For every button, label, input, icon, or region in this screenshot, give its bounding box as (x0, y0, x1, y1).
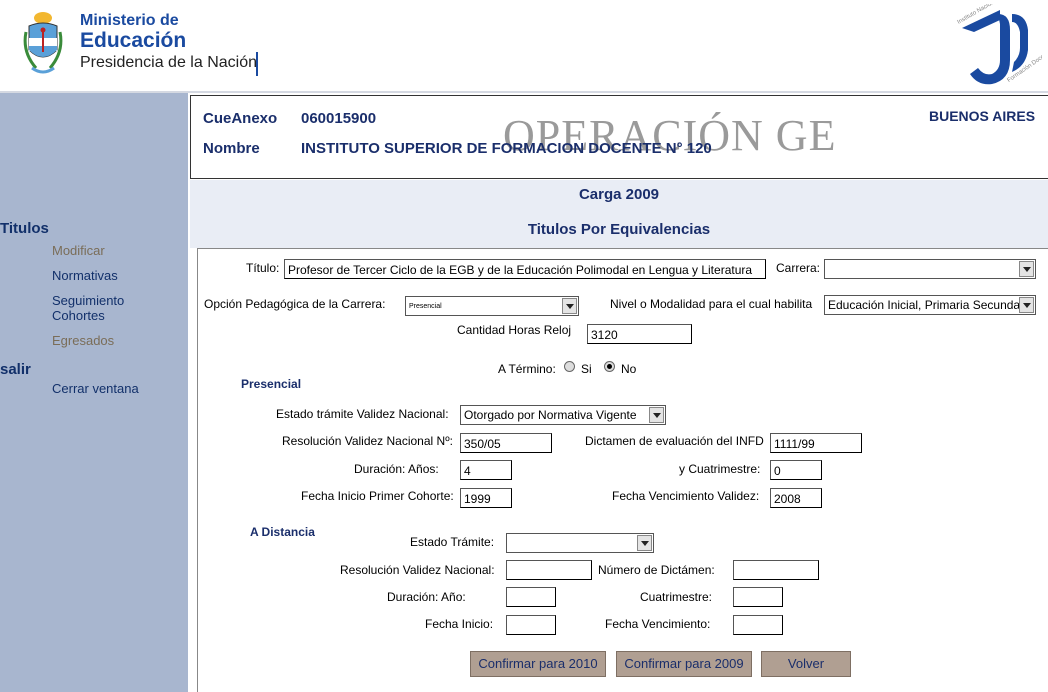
sidebar-item-egresados: Egresados (52, 333, 115, 348)
nombre-value: INSTITUTO SUPERIOR DE FORMACION DOCENTE … (301, 140, 712, 157)
titulo-input[interactable]: Profesor de Tercer Ciclo de la EGB y de … (284, 259, 766, 279)
sidebar-item-modificar: Modificar (52, 243, 105, 258)
institution-info-box: OPERACIÓN GE CueAnexo 060015900 Nombre I… (190, 95, 1048, 179)
a-termino-si-label: Si (581, 362, 592, 376)
header-educacion: Educación (80, 29, 187, 52)
chevron-down-icon (1019, 297, 1034, 313)
distancia-dictamen-label: Número de Dictámen: (598, 563, 715, 577)
distancia-fecha-inicio-label: Fecha Inicio: (425, 617, 494, 631)
sidebar-item-normativas[interactable]: Normativas (52, 268, 118, 283)
sidebar-section-salir: salir (0, 361, 31, 378)
confirmar-2009-button[interactable]: Confirmar para 2009 (616, 651, 752, 677)
chevron-down-icon (637, 535, 652, 551)
distancia-resolucion-input[interactable] (506, 560, 592, 580)
carrera-label: Carrera: (776, 261, 821, 275)
a-termino-si-radio[interactable] (564, 361, 575, 372)
nivel-modalidad-value: Educación Inicial, Primaria Secundaria (828, 298, 1034, 312)
distancia-cuatrimestre-input[interactable] (733, 587, 783, 607)
distancia-fecha-vencimiento-label: Fecha Vencimiento: (605, 617, 711, 631)
presencial-fecha-vencimiento-input[interactable]: 2008 (770, 488, 822, 508)
presencial-cuatrimestre-input[interactable]: 0 (770, 460, 822, 480)
sidebar-item-cerrar-ventana[interactable]: Cerrar ventana (52, 381, 139, 396)
distancia-section-title: A Distancia (250, 525, 315, 539)
header: Ministerio de Educación Presidencia de l… (0, 0, 1048, 93)
distancia-resolucion-label: Resolución Validez Nacional: (340, 563, 495, 577)
a-termino-no-label: No (621, 362, 637, 376)
chevron-down-icon (1019, 261, 1034, 277)
presencial-fecha-vencimiento-label: Fecha Vencimiento Validez: (612, 489, 760, 503)
titulo-label: Título: (246, 261, 280, 275)
a-termino-label: A Término: (498, 362, 556, 376)
cueanexo-label: CueAnexo (203, 110, 278, 127)
escudo-nacional-icon (23, 12, 63, 74)
horas-reloj-input[interactable]: 3120 (587, 324, 692, 344)
presencial-cuatrimestre-label: y Cuatrimestre: (679, 462, 761, 476)
provincia-value: BUENOS AIRES (929, 108, 1036, 124)
nivel-modalidad-label: Nivel o Modalidad para el cual habilita (610, 297, 813, 311)
nombre-label: Nombre (203, 140, 260, 157)
infd-logo-icon: Instituto Nacional Formación Docente (957, 4, 1042, 85)
volver-button[interactable]: Volver (761, 651, 851, 677)
confirmar-2010-button[interactable]: Confirmar para 2010 (470, 651, 606, 677)
distancia-estado-label: Estado Trámite: (410, 535, 495, 549)
presencial-fecha-inicio-input[interactable]: 1999 (460, 488, 512, 508)
presencial-dictamen-input[interactable]: 1111/99 (770, 433, 862, 453)
distancia-fecha-vencimiento-input[interactable] (733, 615, 783, 635)
distancia-dictamen-input[interactable] (733, 560, 819, 580)
presencial-dictamen-label: Dictamen de evaluación del INFD (585, 434, 764, 448)
presencial-resolucion-label: Resolución Validez Nacional Nº: (282, 434, 453, 448)
carrera-select[interactable] (824, 259, 1036, 279)
header-ministerio: Ministerio de (80, 12, 179, 29)
opcion-pedagogica-select[interactable]: Presencial (405, 296, 579, 316)
presencial-estado-select[interactable]: Otorgado por Normativa Vigente (460, 405, 666, 425)
sidebar: Titulos Modificar Normativas Seguimiento… (0, 93, 188, 692)
page-subtitle: Titulos Por Equivalencias (527, 221, 711, 238)
carga-title: Carga 2009 (578, 186, 660, 203)
presencial-duracion-label: Duración: Años: (354, 462, 439, 476)
presencial-resolucion-input[interactable]: 350/05 (460, 433, 552, 453)
chevron-down-icon (562, 298, 577, 314)
header-presidencia: Presidencia de la Nación (80, 54, 257, 71)
a-termino-no-radio[interactable] (604, 361, 615, 372)
presencial-estado-value: Otorgado por Normativa Vigente (464, 408, 637, 422)
sidebar-item-seguimiento-cohortes[interactable]: Seguimiento Cohortes (52, 293, 162, 323)
nivel-modalidad-select[interactable]: Educación Inicial, Primaria Secundaria (824, 295, 1036, 315)
distancia-fecha-inicio-input[interactable] (506, 615, 556, 635)
presencial-estado-label: Estado trámite Validez Nacional: (276, 407, 449, 421)
opcion-pedagogica-value: Presencial (409, 303, 442, 310)
distancia-estado-select[interactable] (506, 533, 654, 553)
opcion-pedagogica-label: Opción Pedagógica de la Carrera: (204, 297, 386, 311)
chevron-down-icon (649, 407, 664, 423)
distancia-duracion-label: Duración: Año: (387, 590, 466, 604)
presencial-section-title: Presencial (241, 377, 302, 391)
presencial-duracion-input[interactable]: 4 (460, 460, 512, 480)
sidebar-section-titulos: Titulos (0, 220, 49, 237)
presencial-fecha-inicio-label: Fecha Inicio Primer Cohorte: (301, 489, 454, 503)
distancia-duracion-input[interactable] (506, 587, 556, 607)
cueanexo-value: 060015900 (301, 110, 377, 127)
header-divider (256, 52, 258, 76)
titulo-form: Título: Profesor de Tercer Ciclo de la E… (197, 248, 1048, 692)
horas-reloj-label: Cantidad Horas Reloj (457, 323, 572, 337)
distancia-cuatrimestre-label: Cuatrimestre: (640, 590, 713, 604)
page-title-area: Carga 2009 Titulos Por Equivalencias (190, 180, 1048, 248)
